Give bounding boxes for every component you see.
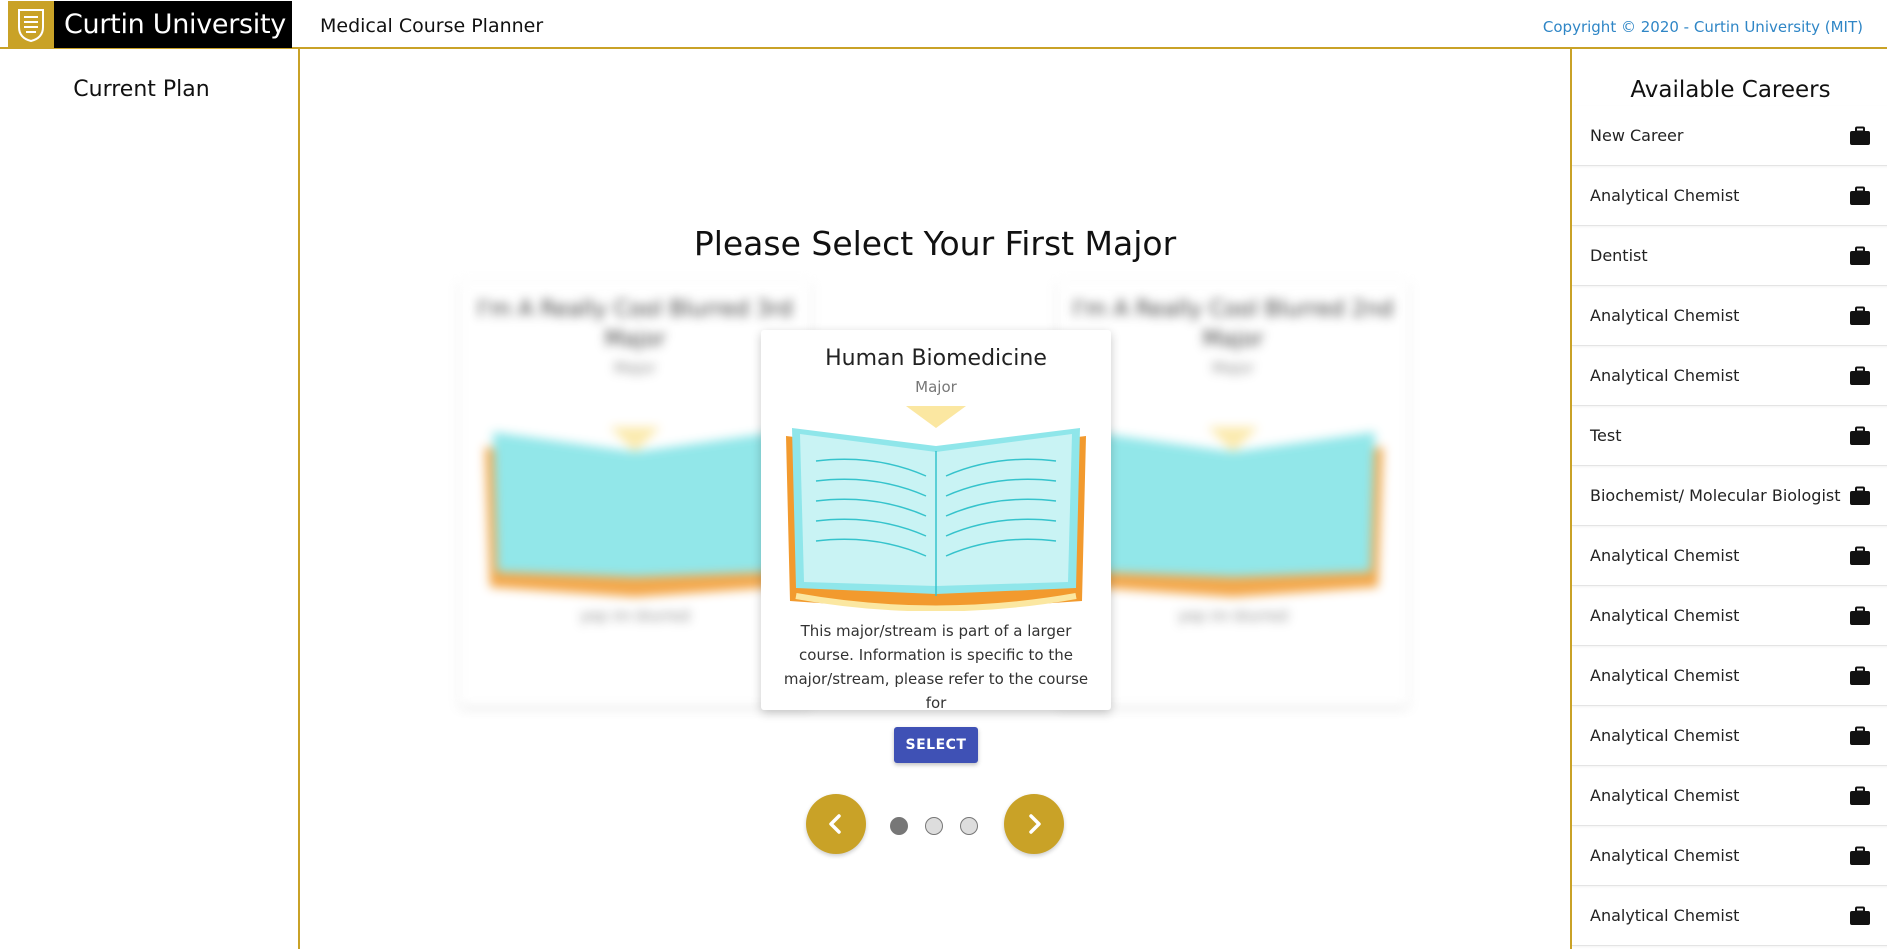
career-label: Analytical Chemist bbox=[1590, 606, 1740, 625]
available-careers-panel: Available Careers New Career Analytical C… bbox=[1570, 49, 1887, 949]
current-plan-title: Current Plan bbox=[73, 77, 210, 102]
briefcase-icon[interactable] bbox=[1849, 905, 1871, 927]
career-item[interactable]: Analytical Chemist bbox=[1572, 526, 1887, 586]
career-label: Analytical Chemist bbox=[1590, 906, 1740, 925]
career-list: New Career Analytical Chemist Dentist Analy… bbox=[1572, 106, 1887, 946]
carousel-dot-2[interactable] bbox=[925, 817, 943, 835]
carousel-dot-3[interactable] bbox=[960, 817, 978, 835]
career-item[interactable]: Analytical Chemist bbox=[1572, 826, 1887, 886]
briefcase-icon[interactable] bbox=[1849, 605, 1871, 627]
chevron-right-icon bbox=[1029, 814, 1041, 834]
select-button[interactable]: SELECT bbox=[894, 727, 978, 763]
briefcase-icon[interactable] bbox=[1849, 305, 1871, 327]
briefcase-icon[interactable] bbox=[1849, 125, 1871, 147]
career-label: Analytical Chemist bbox=[1590, 786, 1740, 805]
carousel-card-active[interactable]: Human Biomedicine Major This major/strea… bbox=[761, 330, 1111, 710]
chevron-left-icon bbox=[829, 814, 841, 834]
app-title: Medical Course Planner bbox=[320, 15, 544, 37]
briefcase-icon[interactable] bbox=[1849, 425, 1871, 447]
curtin-logo[interactable]: Curtin University bbox=[8, 1, 292, 48]
career-item[interactable]: Analytical Chemist bbox=[1572, 886, 1887, 946]
briefcase-icon[interactable] bbox=[1849, 245, 1871, 267]
career-label: Analytical Chemist bbox=[1590, 546, 1740, 565]
career-item[interactable]: Analytical Chemist bbox=[1572, 346, 1887, 406]
book-icon bbox=[485, 427, 785, 597]
career-item[interactable]: Analytical Chemist bbox=[1572, 706, 1887, 766]
career-item[interactable]: Analytical Chemist bbox=[1572, 286, 1887, 346]
career-label: Analytical Chemist bbox=[1590, 846, 1740, 865]
briefcase-icon[interactable] bbox=[1849, 485, 1871, 507]
book-icon bbox=[786, 406, 1086, 611]
card-title: Human Biomedicine bbox=[825, 346, 1047, 371]
briefcase-icon[interactable] bbox=[1849, 665, 1871, 687]
available-careers-title: Available Careers bbox=[1630, 77, 1831, 103]
career-label: Analytical Chemist bbox=[1590, 666, 1740, 685]
major-selection-area: Please Select Your First Major I'm A Rea… bbox=[300, 49, 1570, 949]
logo-text: Curtin University bbox=[64, 9, 286, 40]
carousel-dot-1[interactable] bbox=[890, 817, 908, 835]
briefcase-icon[interactable] bbox=[1849, 365, 1871, 387]
copyright-link[interactable]: Copyright © 2020 - Curtin University (MI… bbox=[1543, 18, 1863, 36]
briefcase-icon[interactable] bbox=[1849, 845, 1871, 867]
career-item[interactable]: New Career bbox=[1572, 106, 1887, 166]
card-footer: yep im blurred bbox=[580, 607, 690, 625]
card-description: This major/stream is part of a larger co… bbox=[783, 622, 1089, 710]
career-label: Analytical Chemist bbox=[1590, 726, 1740, 745]
career-label: Dentist bbox=[1590, 246, 1648, 265]
career-item[interactable]: Dentist bbox=[1572, 226, 1887, 286]
briefcase-icon[interactable] bbox=[1849, 185, 1871, 207]
career-label: Test bbox=[1590, 426, 1622, 445]
career-item[interactable]: Biochemist/ Molecular Biologist bbox=[1572, 466, 1887, 526]
career-label: Analytical Chemist bbox=[1590, 186, 1740, 205]
current-plan-panel: Current Plan bbox=[0, 49, 300, 949]
page-title: Please Select Your First Major bbox=[693, 224, 1177, 263]
card-subtitle: Major bbox=[915, 378, 957, 396]
card-subtitle: Major bbox=[614, 359, 656, 377]
curtin-crest-icon bbox=[8, 1, 54, 48]
briefcase-icon[interactable] bbox=[1849, 545, 1871, 567]
career-item[interactable]: Analytical Chemist bbox=[1572, 766, 1887, 826]
book-icon bbox=[1083, 427, 1383, 597]
career-item[interactable]: Test bbox=[1572, 406, 1887, 466]
next-button[interactable] bbox=[1004, 794, 1064, 854]
career-label: Analytical Chemist bbox=[1590, 306, 1740, 325]
career-item[interactable]: Analytical Chemist bbox=[1572, 646, 1887, 706]
briefcase-icon[interactable] bbox=[1849, 725, 1871, 747]
career-label: Biochemist/ Molecular Biologist bbox=[1590, 486, 1841, 505]
career-item[interactable]: Analytical Chemist bbox=[1572, 586, 1887, 646]
career-item[interactable]: Analytical Chemist bbox=[1572, 166, 1887, 226]
previous-button[interactable] bbox=[806, 794, 866, 854]
briefcase-icon[interactable] bbox=[1849, 785, 1871, 807]
carousel-card-left[interactable]: I'm A Really Cool Blurred 3rd Major Majo… bbox=[460, 281, 810, 706]
card-title: I'm A Really Cool Blurred 3rd Major bbox=[477, 297, 793, 352]
career-label: Analytical Chemist bbox=[1590, 366, 1740, 385]
career-label: New Career bbox=[1590, 126, 1684, 145]
app-header: Curtin University Medical Course Planner… bbox=[0, 0, 1887, 49]
